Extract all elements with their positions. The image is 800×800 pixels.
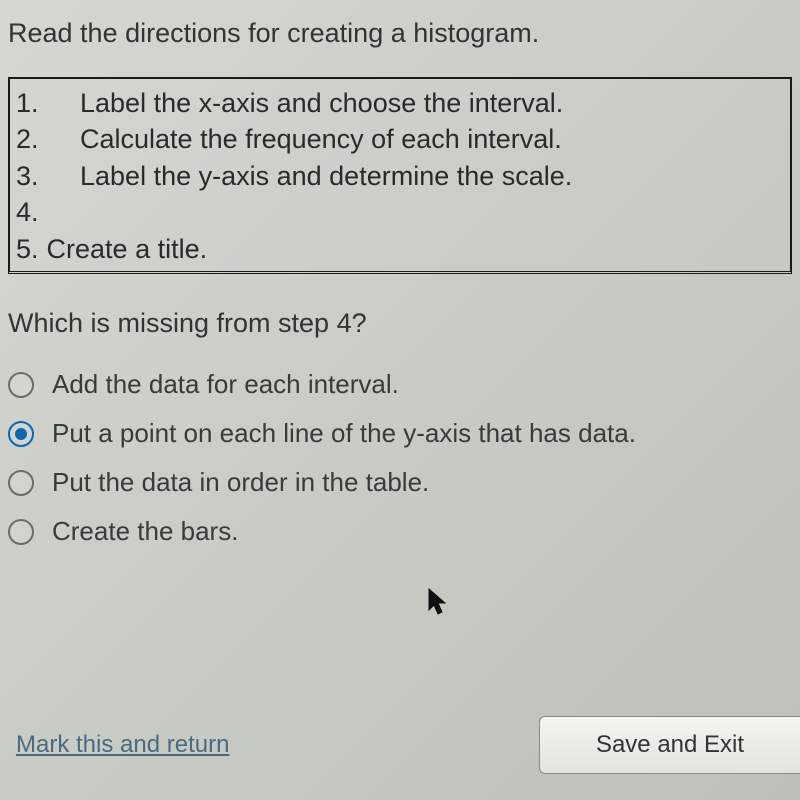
step-text: Label the y-axis and determine the scale… [80,158,572,194]
step-number: 4. [16,194,80,230]
option-label: Put a point on each line of the y-axis t… [52,418,636,449]
option-label: Create the bars. [52,516,238,547]
option-label: Add the data for each interval. [52,369,399,400]
question-text: Which is missing from step 4? [8,308,788,339]
step-text: Calculate the frequency of each interval… [80,121,562,157]
mark-and-return-link[interactable]: Mark this and return [16,731,229,759]
step-number: 1. [16,85,80,121]
save-and-exit-button[interactable]: Save and Exit [539,716,800,774]
cursor-icon [428,588,448,621]
step-row: 2. Calculate the frequency of each inter… [16,121,784,157]
step-number: 5. [16,231,39,267]
step-number: 3. [16,158,80,194]
footer: Mark this and return Save and Exit [0,716,800,774]
step-row: 3. Label the y-axis and determine the sc… [16,158,784,194]
options-group: Add the data for each interval. Put a po… [8,369,788,547]
step-row: 1. Label the x-axis and choose the inter… [16,85,784,121]
radio-icon[interactable] [8,470,34,496]
step-text: Create a title. [47,231,208,267]
option-put-point[interactable]: Put a point on each line of the y-axis t… [8,418,788,449]
instruction-text: Read the directions for creating a histo… [8,18,788,49]
radio-icon[interactable] [8,372,34,398]
option-put-data-order[interactable]: Put the data in order in the table. [8,467,788,498]
option-create-bars[interactable]: Create the bars. [8,516,788,547]
option-add-data[interactable]: Add the data for each interval. [8,369,788,400]
radio-icon[interactable] [8,421,34,447]
steps-box: 1. Label the x-axis and choose the inter… [8,77,792,274]
step-row: 5. Create a title. [16,231,784,267]
step-text: Label the x-axis and choose the interval… [80,85,563,121]
step-row: 4. [16,194,784,230]
step-number: 2. [16,121,80,157]
option-label: Put the data in order in the table. [52,467,429,498]
radio-icon[interactable] [8,519,34,545]
